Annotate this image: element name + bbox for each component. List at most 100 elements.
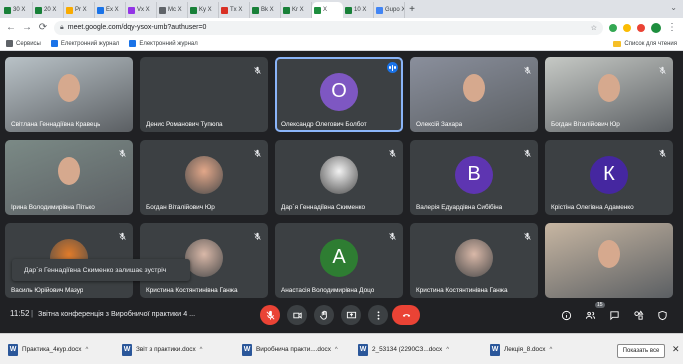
raise-hand-button[interactable] [314,305,334,325]
browser-tab[interactable]: Gupo X [374,2,405,18]
browser-tab[interactable]: 20 X [33,2,64,18]
word-doc-icon: W [490,343,500,356]
bookmark-label: Електронний журнал [60,40,120,47]
participant-name: Олександр Олегович Болбот [281,121,367,128]
participant-tile[interactable]: Кристина Костянтинівна Ганжа [410,223,538,298]
participant-tile[interactable]: Богдан Віталійович Юр [140,140,268,215]
people-button[interactable] [584,309,596,321]
tab-label: Kr X [292,7,304,13]
reload-icon[interactable]: ⟳ [38,22,48,33]
favicon-icon [190,6,197,14]
bookmarks-bar: Сервисы Електронний журнал Електронний ж… [0,37,683,51]
participant-name: Богдан Віталійович Юр [551,121,620,128]
participant-face [58,156,80,185]
present-icon [346,311,356,318]
participant-tile[interactable]: Ірина Володимирівна Пітько [5,140,133,215]
bookmark-label: Сервисы [16,40,41,47]
meeting-info-button[interactable] [560,309,572,321]
leave-notification: Дар`я Геннадіївна Скименко залишає зустр… [12,259,190,281]
chevron-up-icon[interactable]: ^ [446,347,449,353]
browser-tab[interactable]: Pr X [64,2,95,18]
extension-icon[interactable] [609,23,617,32]
participant-tile[interactable]: Дар`я Геннадіївна Скименко [275,140,403,215]
leave-call-button[interactable] [392,305,420,325]
extension-icon[interactable] [623,23,631,32]
chevron-down-icon[interactable]: ⌄ [670,3,677,12]
bookmark-item[interactable]: Електронний журнал [129,40,198,47]
download-item[interactable]: W Звіт з практики.docx ^ [122,340,203,359]
apps-icon [6,40,13,47]
browser-tab[interactable]: Ky X [188,2,219,18]
avatar: В [455,155,493,194]
chat-button[interactable] [608,309,620,321]
host-controls-button[interactable] [656,309,668,321]
browser-tab[interactable]: Bk X [250,2,281,18]
download-item[interactable]: W 2_53134 (2290СЗ...docx ^ [358,340,449,359]
participant-tile[interactable]: Богдан Віталійович Юр [545,57,673,132]
reading-list-icon [613,40,622,47]
participant-tile[interactable]: О Олександр Олегович Болбот [275,57,403,132]
avatar [320,155,358,194]
participant-tile[interactable]: А Анастасія Володимирівна Доцо [275,223,403,298]
hand-icon [319,310,327,320]
back-icon[interactable]: ← [6,22,16,33]
browser-tab[interactable]: Mc X [157,2,188,18]
more-vert-icon[interactable]: ⋮ [667,22,677,33]
browser-tab[interactable]: Vx X [126,2,157,18]
participant-tile[interactable]: Світлана Геннадіївна Кравець [5,57,133,132]
more-vert-icon [377,310,379,320]
participant-tile[interactable]: В Валерія Едуардівна Сибібіна [410,140,538,215]
extension-icon[interactable] [637,23,645,32]
download-item[interactable]: W Практика_4кур.docx ^ [8,340,88,359]
participant-tile[interactable]: Денис Романович Тупюпа [140,57,268,132]
present-now-button[interactable] [341,305,361,325]
browser-tab[interactable]: 10 X [343,2,374,18]
download-item[interactable]: W Лекція_8.docx ^ [490,340,552,359]
show-all-button[interactable]: Показать все [617,344,665,358]
participant-tile[interactable]: Олексій Захара [410,57,538,132]
participant-name: Василь Юрійович Мазур [11,287,84,294]
more-options-button[interactable] [368,305,388,325]
browser-tab[interactable]: X [312,2,343,18]
tab-label: Tx X [230,7,243,13]
profile-avatar[interactable] [651,22,661,33]
participant-face [58,73,80,102]
speaking-indicator-icon [387,62,398,73]
chevron-up-icon[interactable]: ^ [335,347,338,353]
call-end-icon [402,313,410,317]
chevron-up-icon[interactable]: ^ [86,347,89,353]
chevron-up-icon[interactable]: ^ [200,347,203,353]
browser-tab[interactable]: Tx X [219,2,250,18]
new-tab-button[interactable]: + [405,2,419,18]
tab-label: X [323,7,328,13]
avatar [185,238,223,277]
camera-toggle-button[interactable] [287,305,307,325]
participant-name: Кристина Костянтинівна Ганжа [146,287,238,294]
address-bar: ← → ⟳ 🔒︎ meet.google.com/dqy-ysox-umb?au… [0,18,683,37]
star-icon[interactable]: ☆ [591,24,597,32]
chevron-up-icon[interactable]: ^ [549,347,552,353]
browser-tab[interactable]: Kr X [281,2,312,18]
meeting-controls-bar: 11:52 | Звітна конференція з Виробничої … [0,300,683,330]
mic-toggle-button[interactable] [260,305,280,325]
info-icon [561,310,571,320]
bookmark-item[interactable]: Електронний журнал [50,40,120,47]
browser-tab[interactable]: Ex X [95,2,126,18]
meeting-title: Звітна конференція з Виробничої практики… [38,309,196,318]
participant-tile[interactable]: К Крістіна Олегівна Адаменко [545,140,673,215]
participant-tile[interactable] [545,223,673,298]
close-icon[interactable]: ✕ [672,344,680,355]
tab-label: Pr X [75,7,87,13]
bookmark-item[interactable]: Сервисы [6,40,41,47]
bookmark-icon [129,40,137,47]
url-field[interactable]: 🔒︎ meet.google.com/dqy-ysox-umb?authuser… [54,20,603,35]
download-item[interactable]: W Виробнича практи....docx ^ [242,340,338,359]
people-icon [585,311,595,319]
reading-list[interactable]: Список для чтения [613,40,677,47]
mic-off-icon [658,62,667,74]
download-filename: Звіт з практики.docx [136,346,196,353]
browser-tab[interactable]: 30 X [2,2,33,18]
avatar: К [590,155,628,194]
forward-icon[interactable]: → [22,22,32,33]
activities-button[interactable] [632,309,644,321]
